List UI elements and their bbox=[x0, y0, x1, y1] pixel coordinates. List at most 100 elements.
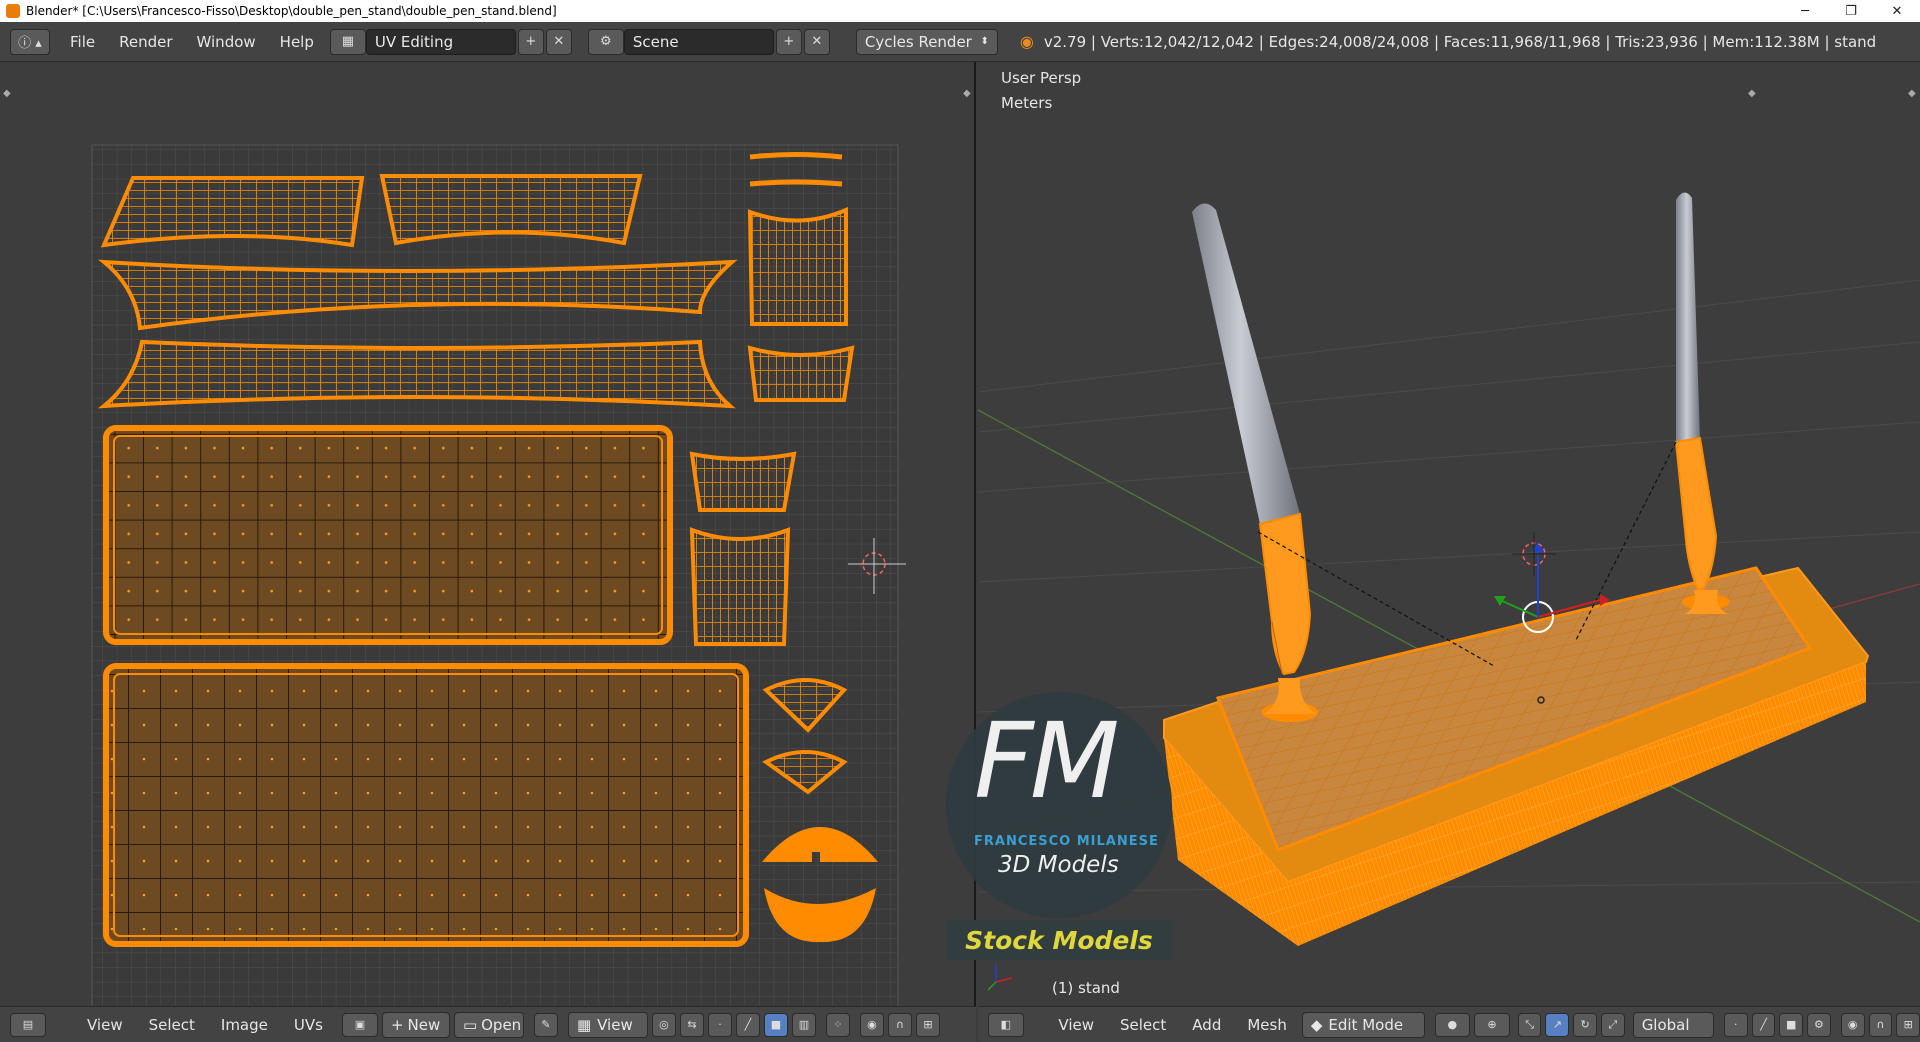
scale-manipulator-button[interactable]: ⤢ bbox=[1600, 1012, 1625, 1037]
uv-canvas[interactable]: ◆ ◆ bbox=[0, 62, 976, 1006]
shading-dropdown[interactable]: ● bbox=[1434, 1012, 1471, 1037]
solid-sphere-icon: ● bbox=[1447, 1018, 1458, 1031]
plus-icon: + bbox=[390, 1015, 404, 1034]
scene-stats: v2.79 | Verts:12,042/12,042 | Edges:24,0… bbox=[1043, 32, 1877, 51]
mode-dropdown[interactable]: ◆ Edit Mode bbox=[1301, 1011, 1425, 1038]
editor-type-info-button[interactable]: ⓘ ▴ bbox=[10, 28, 50, 55]
island-select-button[interactable]: ▥ bbox=[791, 1012, 816, 1037]
remove-scene-button[interactable]: ✕ bbox=[803, 28, 830, 55]
uv-menu-uvs[interactable]: UVs bbox=[283, 1016, 334, 1034]
image-icon: ▣ bbox=[354, 1018, 366, 1031]
occlude-geometry-button[interactable]: ⚙ bbox=[1807, 1012, 1831, 1037]
uv-menu-select[interactable]: Select bbox=[138, 1016, 206, 1034]
editor-type-button[interactable]: ◧ bbox=[988, 1012, 1024, 1037]
scale-icon: ⤢ bbox=[1608, 1017, 1618, 1031]
face-select-button[interactable]: ■ bbox=[763, 1012, 788, 1037]
uv-island[interactable] bbox=[103, 663, 749, 947]
uv-menu-view[interactable]: View bbox=[76, 1016, 134, 1034]
pivot-button[interactable]: ◎ bbox=[651, 1012, 676, 1037]
sync-icon: ⇆ bbox=[687, 1018, 697, 1031]
3d-cursor[interactable] bbox=[1512, 532, 1556, 576]
viewport-menu-add[interactable]: Add bbox=[1181, 1016, 1232, 1034]
snap-button[interactable]: ∩ bbox=[887, 1012, 912, 1037]
view-mode-dropdown[interactable]: ▦ View bbox=[567, 1011, 648, 1038]
viewport-header: ◧ View Select Add Mesh ◆ Edit Mode ● ⊕ ⤡ … bbox=[978, 1006, 1920, 1042]
magnet-icon: ∩ bbox=[895, 1018, 904, 1031]
manipulator-toggle[interactable]: ⤡ bbox=[1517, 1012, 1542, 1037]
close-button[interactable]: ✕ bbox=[1874, 0, 1920, 22]
island-icon: ▥ bbox=[798, 1018, 810, 1031]
scene-name-field[interactable]: Scene bbox=[623, 28, 774, 55]
add-scene-button[interactable]: + bbox=[775, 28, 802, 55]
transform-orientation-dropdown[interactable]: Global bbox=[1632, 1011, 1714, 1038]
area-corner-marker[interactable]: ◆ bbox=[1748, 88, 1756, 99]
info-icon: ⓘ ▴ bbox=[18, 36, 42, 51]
face-select-button[interactable]: ■ bbox=[1779, 1012, 1804, 1037]
viewport-menu-select[interactable]: Select bbox=[1109, 1016, 1177, 1034]
viewport-menu-view[interactable]: View bbox=[1047, 1016, 1105, 1034]
menu-help[interactable]: Help bbox=[268, 29, 326, 55]
sticky-select-button[interactable]: ⁘ bbox=[825, 1012, 850, 1037]
layout-selector-button[interactable]: ▦ bbox=[329, 28, 366, 55]
snap-element-button[interactable]: ⊞ bbox=[915, 1012, 940, 1037]
edge-icon: ╱ bbox=[744, 1018, 752, 1031]
viewport-menu-mesh[interactable]: Mesh bbox=[1236, 1016, 1298, 1034]
image-browse-button[interactable]: ▣ bbox=[341, 1012, 378, 1037]
pen-stand-base[interactable] bbox=[1163, 566, 1870, 946]
proportional-icon: ◉ bbox=[1847, 1018, 1858, 1031]
open-image-button[interactable]: ▭ Open bbox=[453, 1011, 524, 1038]
menu-file[interactable]: File bbox=[58, 29, 107, 55]
render-engine-label: Cycles Render bbox=[864, 32, 972, 51]
pen-right[interactable] bbox=[1674, 192, 1730, 614]
new-image-label: New bbox=[407, 1015, 441, 1034]
scene-icon: ⚙ bbox=[600, 34, 612, 49]
x-icon: ✕ bbox=[811, 34, 823, 49]
magnet-icon: ∩ bbox=[1876, 1018, 1885, 1031]
snap-button[interactable]: ∩ bbox=[1868, 1012, 1893, 1037]
proportional-edit-button[interactable]: ◉ bbox=[859, 1012, 884, 1037]
uv-island[interactable] bbox=[100, 176, 365, 248]
edge-select-button[interactable]: ╱ bbox=[735, 1012, 760, 1037]
image-editor-icon: ▤ bbox=[22, 1018, 34, 1031]
snap-element-icon: ⊞ bbox=[923, 1018, 933, 1031]
pivot-point-dropdown[interactable]: ⊕ bbox=[1474, 1012, 1510, 1037]
pen-left[interactable] bbox=[1192, 203, 1318, 722]
area-corner-marker[interactable]: ◆ bbox=[963, 88, 971, 99]
render-engine-dropdown[interactable]: Cycles Render ⬍ bbox=[855, 28, 998, 55]
uv-island[interactable] bbox=[747, 345, 855, 402]
menu-render[interactable]: Render bbox=[107, 29, 184, 55]
viewport-perspective-label: User Persp bbox=[1001, 69, 1082, 87]
new-image-button[interactable]: + New bbox=[381, 1011, 450, 1038]
add-layout-button[interactable]: + bbox=[517, 28, 544, 55]
uv-island[interactable] bbox=[97, 339, 736, 409]
sync-select-button[interactable]: ⇆ bbox=[679, 1012, 704, 1037]
editor-type-button[interactable]: ▤ bbox=[10, 1012, 46, 1037]
uv-island[interactable] bbox=[747, 206, 848, 326]
vertex-select-button[interactable]: · bbox=[707, 1012, 732, 1037]
uv-image-editor[interactable]: ◆ ◆ bbox=[0, 62, 976, 1006]
uv-island[interactable] bbox=[103, 425, 673, 645]
vertex-icon: · bbox=[1734, 1018, 1738, 1031]
layout-name-field[interactable]: UV Editing bbox=[365, 28, 516, 55]
area-corner-marker[interactable]: ◆ bbox=[3, 88, 11, 99]
maximize-button[interactable]: ❐ bbox=[1828, 0, 1874, 22]
uv-island[interactable] bbox=[689, 451, 797, 512]
watermark-stock: Stock Models bbox=[946, 920, 1172, 960]
snap-element-button[interactable]: ⊞ bbox=[1896, 1012, 1920, 1037]
view-icon: ▦ bbox=[576, 1015, 592, 1034]
remove-layout-button[interactable]: ✕ bbox=[545, 28, 572, 55]
uv-island[interactable] bbox=[689, 527, 791, 646]
edge-select-button[interactable]: ╱ bbox=[1751, 1012, 1776, 1037]
translate-manipulator-button[interactable]: ↗ bbox=[1545, 1012, 1570, 1037]
uv-menu-image[interactable]: Image bbox=[210, 1016, 279, 1034]
minimize-button[interactable]: ─ bbox=[1782, 0, 1828, 22]
scene-selector-button[interactable]: ⚙ bbox=[587, 28, 624, 55]
uv-island[interactable] bbox=[379, 174, 643, 246]
proportional-edit-button[interactable]: ◉ bbox=[1840, 1012, 1865, 1037]
menu-window[interactable]: Window bbox=[185, 29, 268, 55]
watermark-logo: FM FRANCESCO MILANESE 3D Models bbox=[946, 692, 1172, 918]
rotate-manipulator-button[interactable]: ↻ bbox=[1573, 1012, 1597, 1037]
area-corner-marker[interactable]: ◆ bbox=[1908, 88, 1916, 99]
vertex-select-button[interactable]: · bbox=[1723, 1012, 1748, 1037]
pin-button[interactable]: ✎ bbox=[533, 1012, 558, 1037]
